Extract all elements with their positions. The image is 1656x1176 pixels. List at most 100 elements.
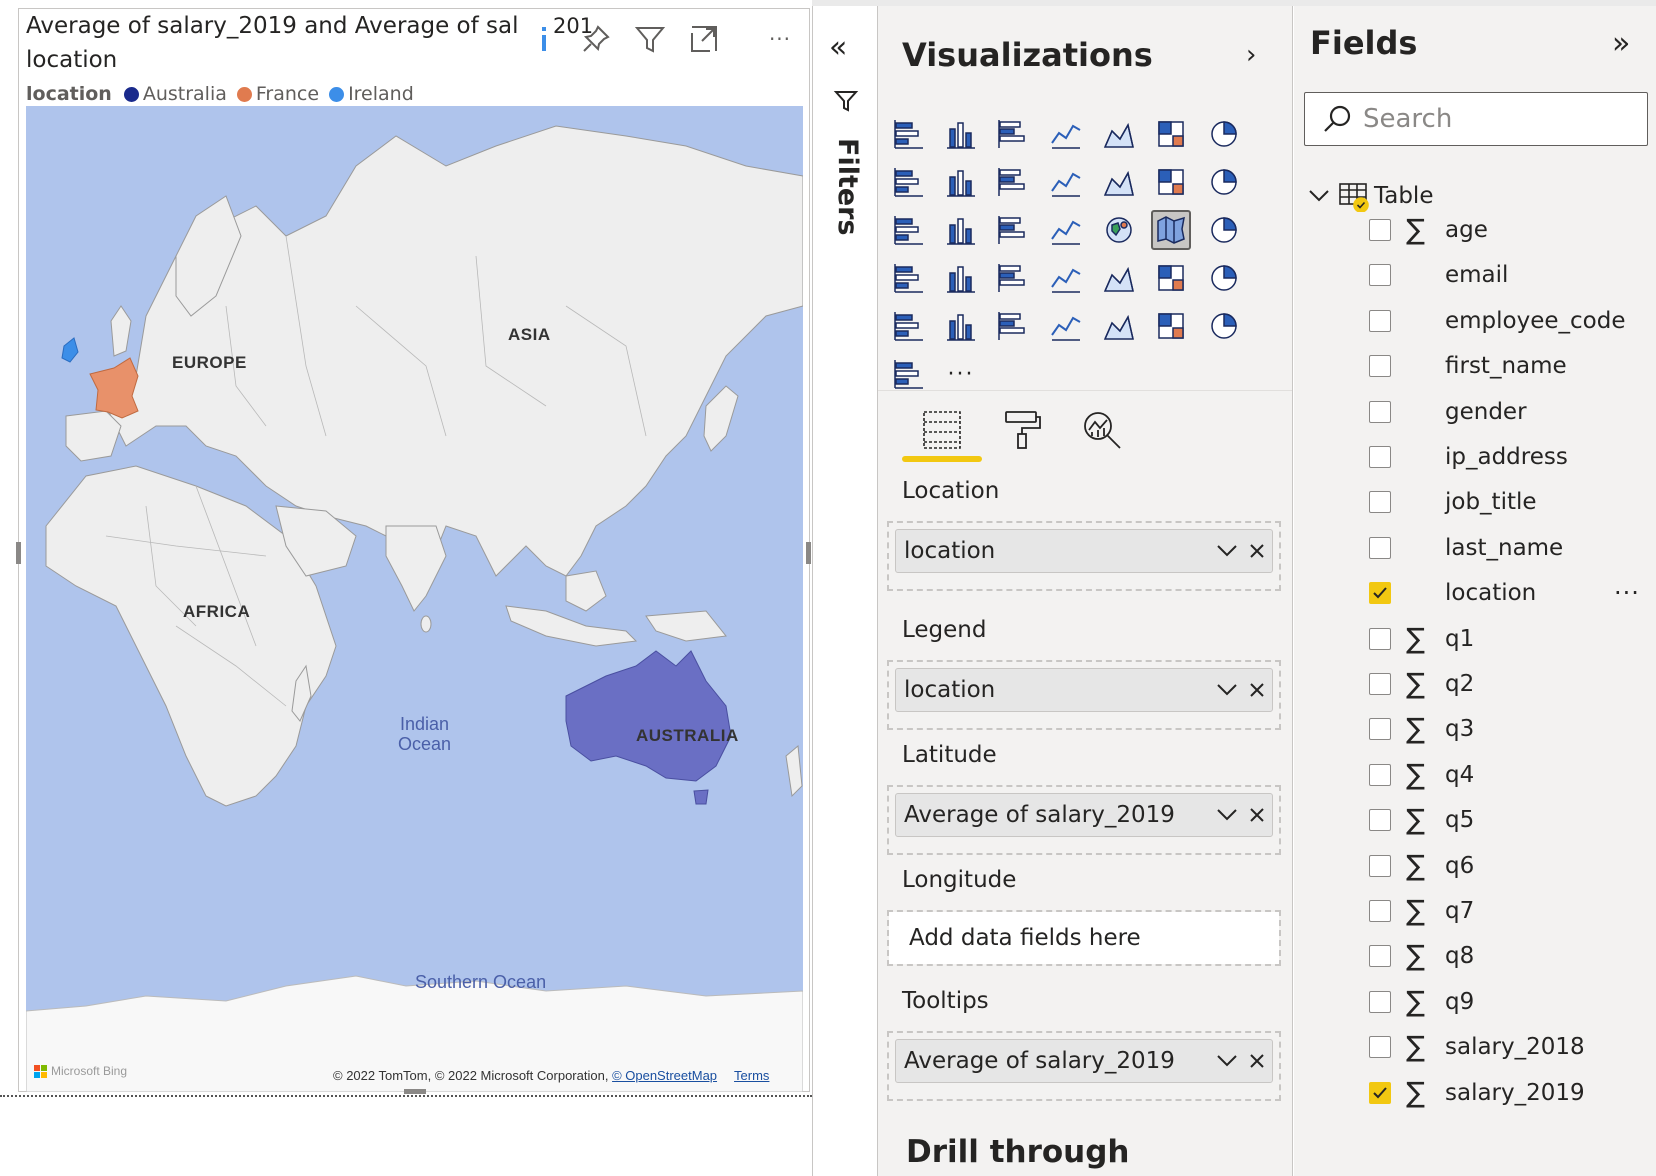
funnel-chart-icon[interactable] (1204, 162, 1244, 202)
well-longitude[interactable]: Add data fields here (887, 910, 1281, 966)
slicer-icon[interactable] (1046, 258, 1086, 298)
more-options-icon[interactable]: ··· (1614, 579, 1640, 607)
filters-label[interactable]: Filters (821, 138, 871, 268)
field-checkbox[interactable] (1369, 536, 1391, 559)
field-checkbox[interactable] (1369, 627, 1391, 650)
scatter-chart-icon[interactable] (889, 210, 929, 250)
field-item-location[interactable]: location ··· (1294, 573, 1656, 613)
field-checkbox[interactable] (1369, 491, 1391, 514)
chevron-down-icon[interactable] (1212, 800, 1242, 830)
close-icon[interactable] (1242, 675, 1272, 705)
field-item-employee-code[interactable]: employee_code (1294, 301, 1656, 341)
clustered-column-chart-icon[interactable] (1046, 114, 1086, 154)
chevron-down-icon[interactable] (1212, 1046, 1242, 1076)
field-item-q6[interactable]: ∑ q6 (1294, 846, 1656, 886)
field-item-salary-2018[interactable]: ∑ salary_2018 (1294, 1027, 1656, 1067)
terms-link[interactable]: Terms (734, 1068, 769, 1083)
chevron-right-icon[interactable]: › (1246, 40, 1256, 70)
well-legend[interactable]: location (887, 660, 1281, 730)
legend-item-france[interactable]: France (236, 83, 319, 105)
chevron-down-icon[interactable] (1212, 675, 1242, 705)
field-pill[interactable]: Average of salary_2019 (895, 793, 1273, 837)
field-checkbox[interactable] (1369, 355, 1391, 378)
field-checkbox[interactable] (1369, 446, 1391, 468)
legend-item-ireland[interactable]: Ireland (329, 83, 414, 105)
pie-chart-icon[interactable] (941, 210, 981, 250)
field-item-gender[interactable]: gender (1294, 392, 1656, 432)
kpi-icon[interactable] (993, 258, 1033, 298)
field-checkbox[interactable] (1369, 854, 1391, 877)
search-input[interactable] (1363, 104, 1633, 134)
field-checkbox[interactable] (1369, 582, 1391, 605)
field-item-q9[interactable]: ∑ q9 (1294, 982, 1656, 1022)
waterfall-chart-icon[interactable] (1151, 162, 1191, 202)
focus-mode-icon[interactable] (684, 19, 724, 59)
field-checkbox[interactable] (1369, 264, 1391, 287)
field-checkbox[interactable] (1369, 990, 1391, 1013)
table-visual-icon[interactable] (1099, 258, 1139, 298)
100-stacked-bar-chart-icon[interactable] (1099, 114, 1139, 154)
field-item-last-name[interactable]: last_name (1294, 528, 1656, 568)
field-pill[interactable]: location (895, 668, 1273, 712)
close-icon[interactable] (1242, 1046, 1272, 1076)
field-item-first-name[interactable]: first_name (1294, 346, 1656, 386)
info-icon[interactable] (524, 19, 564, 59)
power-apps-icon[interactable] (1204, 306, 1244, 346)
resize-handle-bottom[interactable] (404, 1089, 426, 1094)
matrix-icon[interactable] (1151, 258, 1191, 298)
tab-build-visual[interactable] (912, 402, 972, 458)
pin-icon[interactable] (576, 19, 616, 59)
fields-search-box[interactable] (1304, 92, 1648, 146)
openstreetmap-link[interactable]: © OpenStreetMap (612, 1068, 717, 1083)
clustered-bar-chart-icon[interactable] (993, 114, 1033, 154)
decomposition-tree-icon[interactable] (889, 306, 929, 346)
field-item-q2[interactable]: ∑ q2 (1294, 664, 1656, 704)
azure-map-icon[interactable] (1151, 306, 1191, 346)
field-checkbox[interactable] (1369, 763, 1391, 786)
line-and-stacked-column-icon[interactable] (993, 162, 1033, 202)
field-checkbox[interactable] (1369, 309, 1391, 332)
filled-map-visual[interactable]: Average of salary_2019 and Average of sa… (16, 8, 811, 1094)
double-chevron-left-icon[interactable]: « (829, 30, 847, 65)
field-item-q5[interactable]: ∑ q5 (1294, 800, 1656, 840)
filters-pane[interactable]: « Filters (812, 6, 878, 1176)
field-pill[interactable]: location (895, 529, 1273, 573)
filter-icon[interactable] (630, 19, 670, 59)
well-latitude[interactable]: Average of salary_2019 (887, 785, 1281, 855)
well-tooltips[interactable]: Average of salary_2019 (887, 1031, 1281, 1101)
field-checkbox[interactable] (1369, 718, 1391, 741)
field-checkbox[interactable] (1369, 1081, 1391, 1104)
card-icon[interactable] (889, 258, 929, 298)
map-area[interactable]: EUROPE ASIA AFRICA AUSTRALIA Indian Ocea… (26, 106, 803, 1092)
field-item-job-title[interactable]: job_title (1294, 482, 1656, 522)
field-checkbox[interactable] (1369, 945, 1391, 968)
field-item-email[interactable]: email (1294, 255, 1656, 295)
more-options-icon[interactable]: ··· (760, 19, 800, 59)
paginated-report-icon[interactable] (1099, 306, 1139, 346)
field-item-q1[interactable]: ∑ q1 (1294, 619, 1656, 659)
donut-chart-icon[interactable] (993, 210, 1033, 250)
100-stacked-column-chart-icon[interactable] (1151, 114, 1191, 154)
multi-row-card-icon[interactable] (941, 258, 981, 298)
stacked-bar-chart-icon[interactable] (889, 114, 929, 154)
field-item-q8[interactable]: ∑ q8 (1294, 936, 1656, 976)
field-checkbox[interactable] (1369, 809, 1391, 832)
qa-icon[interactable] (941, 306, 981, 346)
stacked-area-chart-icon[interactable] (941, 162, 981, 202)
more-visuals-icon[interactable]: ··· (941, 354, 981, 394)
key-influencers-icon[interactable] (1204, 258, 1244, 298)
chevron-down-icon[interactable] (1306, 189, 1332, 203)
field-item-q7[interactable]: ∑ q7 (1294, 891, 1656, 931)
field-checkbox[interactable] (1369, 1036, 1391, 1059)
field-item-age[interactable]: ∑ age (1294, 210, 1656, 250)
resize-handle-right[interactable] (806, 542, 811, 564)
power-automate-icon[interactable] (889, 354, 929, 394)
field-item-salary-2019[interactable]: ∑ salary_2019 (1294, 1073, 1656, 1113)
resize-handle-left[interactable] (16, 542, 21, 564)
field-checkbox[interactable] (1369, 219, 1391, 241)
map-icon[interactable] (1099, 210, 1139, 250)
stacked-column-chart-icon[interactable] (941, 114, 981, 154)
close-icon[interactable] (1242, 800, 1272, 830)
well-location[interactable]: location (887, 521, 1281, 591)
ribbon-chart-icon[interactable] (1099, 162, 1139, 202)
